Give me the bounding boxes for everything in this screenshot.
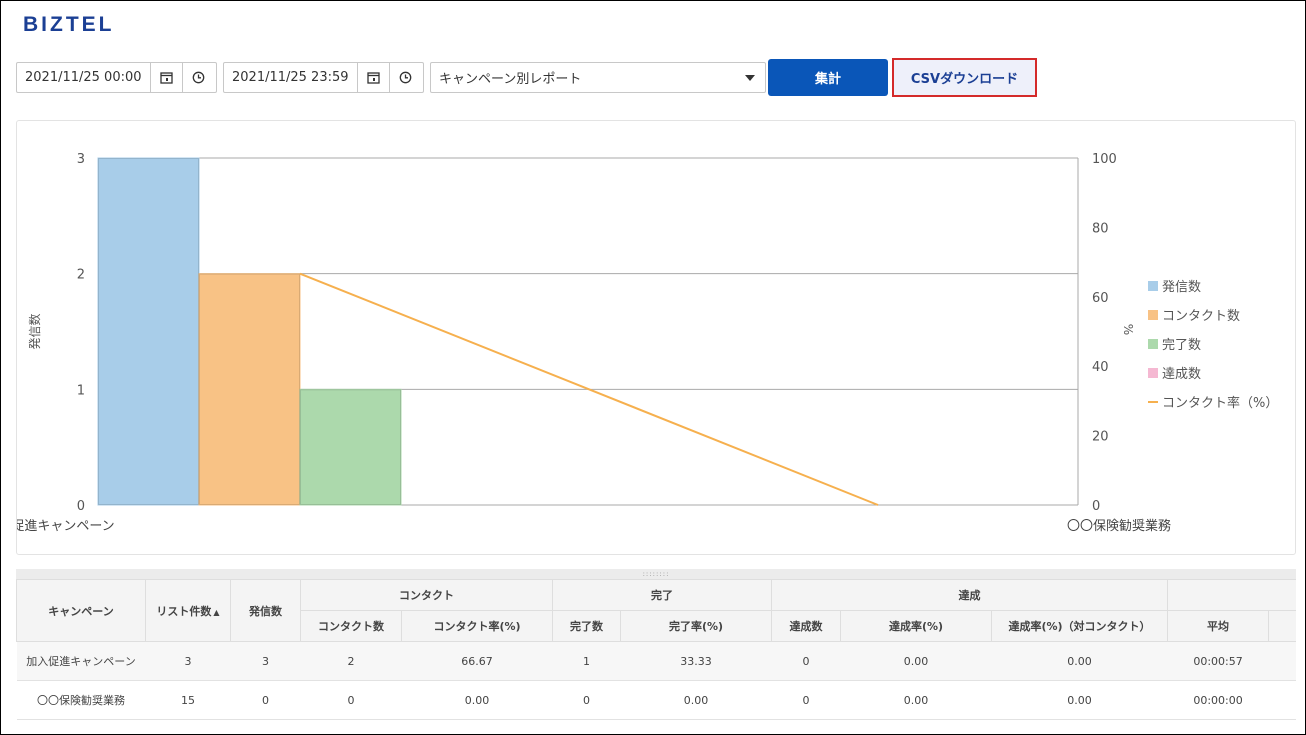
header-list-count[interactable]: リスト件数 ▲ <box>145 579 231 642</box>
y-axis-title: 発信数 <box>27 313 42 349</box>
header-avg[interactable]: 平均 <box>1167 610 1270 642</box>
calendar-icon[interactable] <box>149 63 182 92</box>
y2-tick-label: 100 <box>1092 152 1117 167</box>
cell-complete-count: 0 <box>552 680 621 720</box>
x-tick-label: 〇〇保険勧奨業務 <box>1067 518 1171 534</box>
legend-item[interactable]: 達成数 <box>1148 358 1278 387</box>
start-datetime-picker[interactable]: 2021/11/25 00:00 <box>16 62 217 93</box>
report-table-container: キャンペーン リスト件数▲ 発信数 コンタクト 完了 達成 通 コンタクト数 コ… <box>16 579 1296 731</box>
legend-item[interactable]: コンタクト率（%） <box>1148 387 1278 416</box>
cell-achieve-rate: 0.00 <box>840 641 992 681</box>
header-calls[interactable]: 発信数 <box>230 579 301 642</box>
table-row[interactable]: 〇〇保険勧奨業務 15 0 0 0.00 0 0.00 0 0.00 0.00 … <box>16 680 1296 720</box>
bar-1 <box>97 157 200 506</box>
x-tick-label: 加入促進キャンペーン <box>17 519 115 534</box>
campaign-chart: 0 1 2 3 0 20 40 60 80 100 発信数% 加入促進キャンペーン 〇〇保険勧奨業務 <box>17 152 1171 534</box>
chevron-down-icon[interactable] <box>735 74 765 81</box>
cell-contact-count: 2 <box>300 641 402 681</box>
cell-blank <box>1268 680 1296 720</box>
cell-contact-rate: 0.00 <box>401 680 553 720</box>
clock-icon[interactable] <box>388 63 421 92</box>
legend-label: コンタクト数 <box>1162 309 1241 324</box>
cell-list-count: 15 <box>145 680 231 720</box>
cell-avg: 00:00:00 <box>1167 680 1269 720</box>
table-row[interactable]: 加入促進キャンペーン 3 3 2 66.67 1 33.33 0 0.00 0.… <box>16 641 1296 681</box>
biztel-logo: BIZTEL <box>23 13 115 36</box>
report-type-select[interactable]: キャンペーン別レポート <box>430 62 766 93</box>
legend-item[interactable]: 完了数 <box>1148 329 1278 358</box>
cell-complete-count: 1 <box>552 641 621 681</box>
cell-contact-count: 0 <box>300 680 402 720</box>
csv-download-button[interactable]: CSVダウンロード <box>892 58 1037 97</box>
cell-achieve-rate-contact: 0.00 <box>991 641 1168 681</box>
cell-complete-rate: 33.33 <box>620 641 772 681</box>
header-complete-rate[interactable]: 完了率(%) <box>620 610 772 642</box>
y2-tick-label: 40 <box>1092 360 1109 375</box>
header-list-count-label: リスト件数 <box>156 604 212 618</box>
y-tick-label: 2 <box>77 268 85 283</box>
clock-icon[interactable] <box>181 63 214 92</box>
aggregate-button[interactable]: 集計 <box>768 59 888 96</box>
cell-contact-rate: 66.67 <box>401 641 553 681</box>
legend-swatch <box>1148 280 1158 291</box>
header-blank <box>1268 610 1296 642</box>
y2-tick-label: 80 <box>1092 221 1109 236</box>
legend-item[interactable]: 発信数 <box>1148 271 1278 300</box>
y2-axis-title: % <box>1121 324 1135 335</box>
header-achieve-rate[interactable]: 達成率(%) <box>840 610 992 642</box>
report-type-value: キャンペーン別レポート <box>439 72 582 87</box>
legend-label: 発信数 <box>1162 280 1202 295</box>
cell-complete-rate: 0.00 <box>620 680 772 720</box>
legend-label: コンタクト率（%） <box>1162 396 1279 411</box>
header-achieve-group: 達成 <box>770 579 1169 611</box>
cell-list-count: 3 <box>145 641 231 681</box>
cell-achieve-rate-contact: 0.00 <box>991 680 1168 720</box>
calendar-icon[interactable] <box>356 63 389 92</box>
legend-item[interactable]: コンタクト数 <box>1148 300 1278 329</box>
cell-calls: 3 <box>230 641 301 681</box>
start-datetime-input[interactable]: 2021/11/25 00:00 <box>17 63 150 92</box>
cell-achieve-count: 0 <box>771 641 841 681</box>
bar-3 <box>299 388 402 506</box>
legend-swatch <box>1148 400 1158 403</box>
resize-handle[interactable]: :::::::: <box>16 569 1296 579</box>
cell-achieve-count: 0 <box>771 680 841 720</box>
legend-label: 完了数 <box>1162 338 1202 353</box>
y-tick-label: 3 <box>77 152 85 167</box>
bar-2 <box>198 273 301 506</box>
chart-panel: 0 1 2 3 0 20 40 60 80 100 発信数% 加入促進キャンペーン 〇〇保険勧奨業務 発… <box>16 120 1296 555</box>
header-next-group: 通 <box>1167 579 1296 611</box>
cell-campaign: 〇〇保険勧奨業務 <box>16 680 146 720</box>
cell-blank <box>1268 641 1296 681</box>
sort-asc-icon: ▲ <box>213 607 220 617</box>
y2-tick-label: 20 <box>1092 430 1109 445</box>
header-achieve-rate-contact[interactable]: 達成率(%)（対コンタクト） <box>990 610 1169 642</box>
cell-campaign: 加入促進キャンペーン <box>16 641 146 681</box>
header-complete-count[interactable]: 完了数 <box>552 610 621 642</box>
report-table: キャンペーン リスト件数▲ 発信数 コンタクト 完了 達成 通 コンタクト数 コ… <box>16 579 1296 720</box>
chart-legend: 発信数コンタクト数 完了数達成数コンタクト率（%） <box>1148 271 1278 416</box>
legend-swatch <box>1148 338 1158 349</box>
header-contact-group: コンタクト <box>300 579 553 611</box>
header-achieve-count[interactable]: 達成数 <box>771 610 841 642</box>
y2-tick-label: 60 <box>1092 291 1109 306</box>
y-tick-label: 1 <box>77 383 85 398</box>
header-campaign[interactable]: キャンペーン <box>16 579 146 642</box>
legend-swatch <box>1148 367 1158 378</box>
cell-achieve-rate: 0.00 <box>840 680 992 720</box>
header-contact-rate[interactable]: コンタクト率(%) <box>401 610 553 642</box>
header-complete-group: 完了 <box>552 579 772 611</box>
y-tick-label: 0 <box>77 499 85 514</box>
end-datetime-picker[interactable]: 2021/11/25 23:59 <box>223 62 424 93</box>
cell-calls: 0 <box>230 680 301 720</box>
legend-label: 達成数 <box>1162 367 1202 382</box>
cell-avg: 00:00:57 <box>1167 641 1269 681</box>
end-datetime-input[interactable]: 2021/11/25 23:59 <box>224 63 357 92</box>
y2-tick-label: 0 <box>1092 499 1100 514</box>
legend-swatch <box>1148 309 1158 320</box>
grip-icon: :::::::: <box>642 569 670 578</box>
header-contact-count[interactable]: コンタクト数 <box>300 610 402 642</box>
